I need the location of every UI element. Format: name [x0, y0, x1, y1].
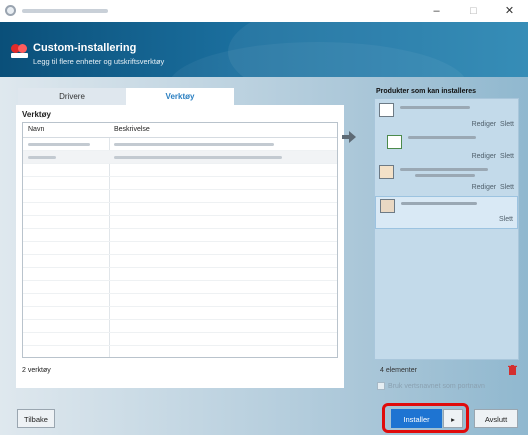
page-title: Custom-installering [33, 42, 137, 54]
products-title: Produkter som kan installeres [376, 88, 476, 95]
window-title-redacted [22, 9, 108, 13]
table-row[interactable] [23, 138, 337, 151]
table-header: Navn Beskrivelse [23, 123, 337, 138]
tab-verktoy[interactable]: Verktøy [126, 88, 234, 105]
tools-section-label: Verktøy [22, 110, 51, 119]
window-app-icon [387, 135, 402, 149]
maximize-button[interactable]: □ [455, 0, 492, 22]
tools-table: Navn Beskrivelse [22, 122, 338, 358]
hostname-checkbox-label: Bruk vertsnavnet som portnavn [388, 382, 485, 390]
back-button[interactable]: Tilbake [17, 409, 55, 428]
tools-count: 2 verktøy [22, 367, 51, 374]
tab-drivere[interactable]: Drivere [18, 88, 126, 105]
hostname-checkbox-row[interactable]: Bruk vertsnavnet som portnavn [377, 382, 485, 390]
tools-icon [379, 165, 394, 179]
hostname-checkbox[interactable] [377, 382, 385, 390]
delete-link[interactable]: Slett [500, 121, 514, 128]
delete-link[interactable]: Slett [499, 216, 513, 223]
list-item[interactable]: Rediger Slett [375, 131, 518, 161]
column-header-description[interactable]: Beskrivelse [114, 126, 150, 133]
tools-tab-body: Verktøy Navn Beskrivelse 2 verktøy [16, 105, 344, 388]
products-count: 4 elementer [380, 367, 417, 374]
table-row[interactable] [23, 151, 337, 164]
app-icon [5, 5, 16, 16]
exit-button[interactable]: Avslutt [474, 409, 518, 428]
trash-icon[interactable] [508, 365, 517, 375]
edit-link[interactable]: Rediger [472, 153, 497, 160]
delete-link[interactable]: Slett [500, 184, 514, 191]
tools-icon [380, 199, 395, 213]
edit-link[interactable]: Rediger [472, 184, 497, 191]
highlight-frame [382, 403, 469, 433]
list-item[interactable]: Rediger Slett [375, 101, 518, 131]
printer-install-icon [11, 41, 28, 58]
edit-link[interactable]: Rediger [472, 121, 497, 128]
page-subtitle: Legg til flere enheter og utskriftsverkt… [33, 57, 165, 66]
delete-link[interactable]: Slett [500, 153, 514, 160]
title-bar: – □ ✕ [0, 0, 528, 22]
left-panel: Drivere Verktøy Verktøy Navn Beskrivelse [16, 88, 344, 388]
column-header-name[interactable]: Navn [28, 126, 44, 133]
tab-bar: Drivere Verktøy [16, 88, 236, 105]
close-button[interactable]: ✕ [491, 0, 528, 22]
printer-icon [379, 103, 394, 117]
header-banner: Custom-installering Legg til flere enhet… [0, 22, 528, 77]
list-item[interactable]: Slett [375, 196, 518, 229]
list-item[interactable]: Rediger Slett [375, 163, 518, 193]
add-arrow-icon[interactable] [342, 131, 356, 143]
minimize-button[interactable]: – [418, 0, 455, 22]
products-list: Rediger Slett Rediger Slett Rediger Slet… [374, 98, 519, 360]
